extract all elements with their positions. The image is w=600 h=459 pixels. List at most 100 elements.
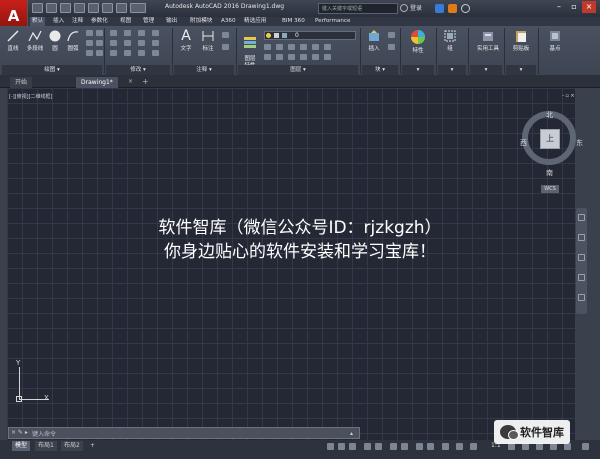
command-line-icons[interactable]: × ✎ ▸ bbox=[11, 429, 28, 436]
tab-layout1[interactable]: 布局1 bbox=[35, 441, 57, 451]
tab-output[interactable]: 输出 bbox=[166, 17, 177, 26]
rectangle-icon[interactable] bbox=[86, 30, 93, 36]
layer-tool-icon[interactable] bbox=[264, 54, 271, 60]
orbit-icon[interactable] bbox=[578, 274, 585, 281]
tab-model[interactable]: 模型 bbox=[12, 441, 31, 451]
tab-parametric[interactable]: 参数化 bbox=[91, 17, 108, 26]
close-button[interactable]: × bbox=[582, 1, 596, 13]
panel-properties-label[interactable]: ▾ bbox=[402, 65, 434, 75]
arc-button[interactable]: 圆弧 bbox=[64, 29, 82, 52]
compass-east[interactable]: 东 bbox=[576, 138, 583, 148]
copy-icon[interactable] bbox=[110, 40, 117, 46]
trim-icon[interactable] bbox=[138, 30, 145, 36]
command-input[interactable]: 键入命令 bbox=[32, 429, 56, 438]
layer-tool-icon[interactable] bbox=[324, 44, 331, 50]
text-button[interactable]: A 文字 bbox=[176, 29, 196, 52]
polar-icon[interactable] bbox=[375, 443, 382, 450]
compass-south[interactable]: 南 bbox=[546, 168, 553, 178]
ellipse-icon[interactable] bbox=[86, 50, 93, 56]
open-icon[interactable] bbox=[46, 3, 57, 13]
panel-annotation-label[interactable]: 注释 ▾ bbox=[174, 65, 234, 75]
layer-tool-icon[interactable] bbox=[276, 54, 283, 60]
command-history-icon[interactable]: ▴ bbox=[350, 430, 353, 437]
region-icon[interactable] bbox=[96, 50, 103, 56]
line-button[interactable]: 直线 bbox=[4, 29, 22, 52]
hardware-acceleration-icon[interactable] bbox=[550, 443, 557, 450]
erase-icon[interactable] bbox=[152, 30, 159, 36]
new-tab-button[interactable]: + bbox=[142, 77, 149, 86]
model-space-icon[interactable] bbox=[327, 443, 334, 450]
undo-icon[interactable] bbox=[102, 3, 113, 13]
compass-north[interactable]: 北 bbox=[546, 110, 553, 120]
create-block-icon[interactable] bbox=[388, 32, 395, 38]
clipboard-button[interactable]: 剪贴板 bbox=[508, 29, 534, 52]
circle-button[interactable]: 圆 bbox=[48, 29, 62, 52]
layer-tool-icon[interactable] bbox=[276, 44, 283, 50]
tab-view[interactable]: 视图 bbox=[120, 17, 131, 26]
spline-icon[interactable] bbox=[96, 30, 103, 36]
tab-start[interactable]: 开始 bbox=[10, 77, 33, 88]
layer-tool-icon[interactable] bbox=[312, 54, 319, 60]
insert-block-button[interactable]: 插入 bbox=[364, 29, 384, 52]
panel-clipboard-label[interactable]: ▾ bbox=[506, 65, 536, 75]
viewport-window-controls[interactable]: - ▫ × bbox=[562, 93, 575, 99]
stretch-icon[interactable] bbox=[110, 50, 117, 56]
layer-tool-icon[interactable] bbox=[300, 54, 307, 60]
panel-block-label[interactable]: 块 ▾ bbox=[362, 65, 398, 75]
new-layout-button[interactable]: + bbox=[87, 441, 98, 451]
a360-icon[interactable] bbox=[448, 4, 457, 13]
grid-icon[interactable] bbox=[338, 443, 345, 450]
new-icon[interactable] bbox=[32, 3, 43, 13]
panel-modify-label[interactable]: 修改 ▾ bbox=[106, 65, 170, 75]
tab-insert[interactable]: 插入 bbox=[53, 17, 64, 26]
offset-icon[interactable] bbox=[152, 50, 159, 56]
save-icon[interactable] bbox=[60, 3, 71, 13]
base-view-button[interactable]: 基点 bbox=[544, 29, 566, 52]
layer-tool-icon[interactable] bbox=[312, 44, 319, 50]
login-button[interactable]: 登录 bbox=[410, 3, 422, 12]
print-icon[interactable] bbox=[88, 3, 99, 13]
viewcube-top-face[interactable]: 上 bbox=[540, 129, 560, 149]
hatch-icon[interactable] bbox=[86, 40, 93, 46]
layer-tool-icon[interactable] bbox=[288, 54, 295, 60]
search-icon[interactable] bbox=[400, 4, 408, 12]
isodraft-icon[interactable] bbox=[390, 443, 397, 450]
tab-performance[interactable]: Performance bbox=[315, 17, 350, 26]
viewport-controls-label[interactable]: [-][俯视][二维线框] bbox=[9, 93, 53, 100]
tab-layout2[interactable]: 布局2 bbox=[61, 441, 83, 451]
rotate-icon[interactable] bbox=[124, 30, 131, 36]
transparency-icon[interactable] bbox=[442, 443, 449, 450]
showmotion-icon[interactable] bbox=[578, 294, 585, 301]
leader-icon[interactable] bbox=[222, 32, 229, 38]
move-icon[interactable] bbox=[110, 30, 117, 36]
group-button[interactable]: 组 bbox=[440, 29, 460, 52]
explode-icon[interactable] bbox=[152, 40, 159, 46]
tab-manage[interactable]: 管理 bbox=[143, 17, 154, 26]
tab-a360[interactable]: A360 bbox=[221, 17, 236, 26]
annotation-visibility-icon[interactable] bbox=[470, 443, 477, 450]
fillet-icon[interactable] bbox=[138, 40, 145, 46]
workspace-gear-icon[interactable] bbox=[508, 443, 515, 450]
exchange-icon[interactable] bbox=[435, 4, 444, 13]
dimension-button[interactable]: 标注 bbox=[198, 29, 218, 52]
mirror-icon[interactable] bbox=[124, 40, 131, 46]
object-snap-tracking-icon[interactable] bbox=[401, 443, 408, 450]
help-icon[interactable] bbox=[461, 4, 470, 13]
tab-addins[interactable]: 附加模块 bbox=[190, 17, 212, 26]
minimize-button[interactable]: – bbox=[552, 1, 566, 13]
snap-icon[interactable] bbox=[349, 443, 356, 450]
gradient-icon[interactable] bbox=[96, 40, 103, 46]
compass-west[interactable]: 西 bbox=[520, 138, 527, 148]
scale-icon[interactable] bbox=[124, 50, 131, 56]
panel-utilities-label[interactable]: ▾ bbox=[470, 65, 502, 75]
close-tab-icon[interactable]: × bbox=[128, 78, 133, 85]
workspace-dropdown[interactable] bbox=[130, 3, 146, 13]
tab-bim360[interactable]: BIM 360 bbox=[282, 17, 305, 26]
layer-tool-icon[interactable] bbox=[264, 44, 271, 50]
tab-default[interactable]: 默认 bbox=[30, 17, 46, 26]
isolate-objects-icon[interactable] bbox=[536, 443, 543, 450]
utilities-button[interactable]: 实用工具 bbox=[474, 29, 502, 52]
customization-menu-icon[interactable] bbox=[582, 443, 589, 450]
layer-tool-icon[interactable] bbox=[288, 44, 295, 50]
redo-icon[interactable] bbox=[116, 3, 127, 13]
